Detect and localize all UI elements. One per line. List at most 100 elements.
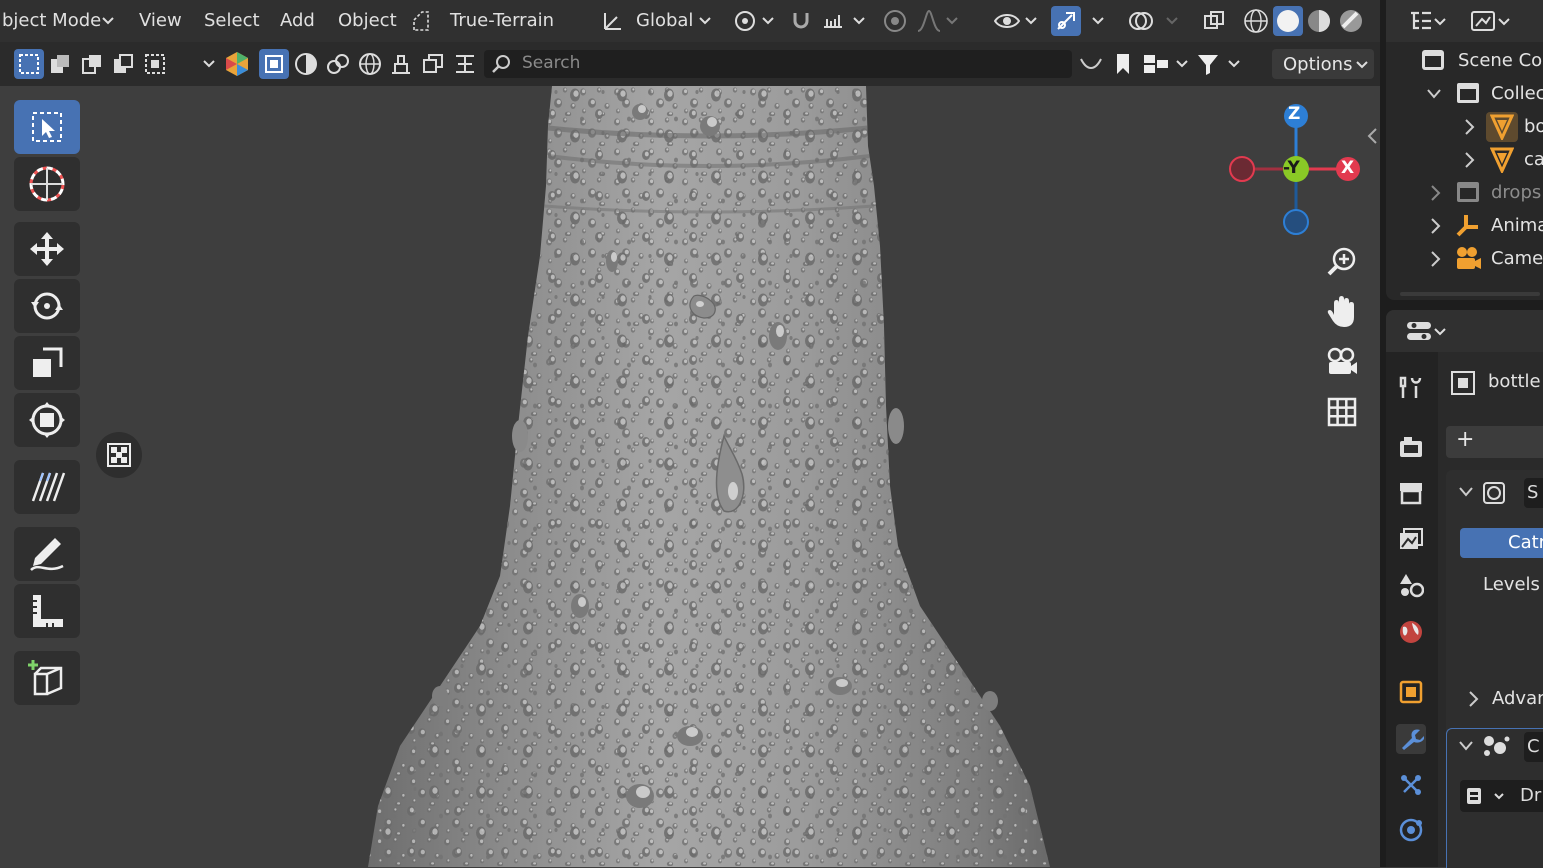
outliner-item-drops[interactable]: drops	[1491, 182, 1541, 203]
object-type-metaball-icon[interactable]	[323, 49, 353, 79]
tab-particles[interactable]	[1396, 770, 1426, 800]
tool-rotate[interactable]	[14, 279, 80, 333]
collapse-down-icon[interactable]	[1458, 486, 1474, 498]
node-group-selector[interactable]: Dr	[1460, 780, 1543, 812]
filter-curve-icon[interactable]	[1076, 49, 1106, 79]
snap-preset-label[interactable]: True-Terrain	[450, 10, 554, 31]
tab-tool[interactable]	[1396, 372, 1426, 402]
overlays-icon[interactable]	[1126, 6, 1156, 36]
chevron-down-icon[interactable]	[1166, 17, 1178, 25]
shading-solid-icon[interactable]	[1273, 6, 1303, 36]
tab-world[interactable]	[1396, 617, 1426, 647]
gizmo-toggle-icon[interactable]	[1051, 6, 1081, 36]
geo-modifier-name-field[interactable]: C	[1524, 732, 1543, 762]
menu-object[interactable]: Object	[338, 10, 397, 31]
chevron-down-icon[interactable]	[1176, 60, 1188, 68]
select-box-mode-icon[interactable]	[14, 49, 44, 79]
tab-render[interactable]	[1396, 432, 1426, 462]
chevron-down-icon[interactable]	[699, 17, 711, 25]
chevron-down-icon[interactable]	[1498, 18, 1510, 26]
select-extend-icon[interactable]	[45, 49, 75, 79]
expand-right-icon[interactable]	[1430, 250, 1442, 268]
chevron-down-icon[interactable]	[1434, 18, 1446, 26]
tool-select-box[interactable]	[14, 100, 80, 154]
tool-scale[interactable]	[14, 336, 80, 390]
expand-right-icon[interactable]	[1464, 118, 1476, 136]
tab-output[interactable]	[1396, 478, 1426, 508]
tab-object[interactable]	[1396, 677, 1426, 707]
tab-view-layer[interactable]	[1396, 524, 1426, 554]
shading-material-icon[interactable]	[1304, 6, 1334, 36]
transform-orientation-icon[interactable]	[598, 6, 628, 36]
outliner-item-camera[interactable]: Camer	[1491, 248, 1543, 269]
chevron-down-icon[interactable]	[1025, 17, 1037, 25]
camera-view-button[interactable]	[1318, 338, 1366, 386]
xray-toggle-icon[interactable]	[1199, 6, 1229, 36]
snap-preset-icon[interactable]	[406, 6, 436, 36]
sculpt-mode-icon[interactable]	[222, 49, 252, 79]
snap-magnet-icon[interactable]	[786, 6, 816, 36]
chevron-down-icon[interactable]	[203, 60, 215, 68]
chevron-down-icon[interactable]	[1434, 328, 1446, 336]
tool-move[interactable]	[14, 222, 80, 276]
editor-type-properties-icon[interactable]	[1404, 316, 1434, 346]
expand-right-icon[interactable]	[1464, 151, 1476, 169]
expand-down-icon[interactable]	[1426, 88, 1442, 100]
object-name-field[interactable]: bottle	[1488, 371, 1541, 392]
menu-select[interactable]: Select	[204, 10, 260, 31]
proportional-edit-icon[interactable]	[880, 6, 910, 36]
object-type-world-icon[interactable]	[355, 49, 385, 79]
3d-viewport[interactable]: Z -Y X	[0, 86, 1380, 867]
tool-add-cube[interactable]	[14, 651, 80, 705]
filter-icon[interactable]	[1193, 49, 1223, 79]
outliner-item-bottle[interactable]: bo	[1524, 116, 1543, 137]
outliner-item-animation[interactable]: Anima	[1491, 215, 1543, 236]
tool-cursor[interactable]	[14, 157, 80, 211]
pan-button[interactable]	[1318, 288, 1366, 336]
chevron-down-icon[interactable]	[946, 17, 958, 25]
chevron-down-icon[interactable]	[762, 17, 774, 25]
expand-right-icon[interactable]	[1468, 690, 1480, 708]
object-type-armature-icon[interactable]	[386, 49, 416, 79]
chevron-down-icon[interactable]	[102, 17, 114, 25]
search-input[interactable]: Search	[484, 50, 1072, 78]
visibility-eye-icon[interactable]	[992, 6, 1022, 36]
tool-annotate[interactable]	[14, 527, 80, 581]
select-invert-icon[interactable]	[108, 49, 138, 79]
display-mode-icon[interactable]	[1141, 49, 1171, 79]
object-type-mesh-icon[interactable]	[259, 49, 289, 79]
chevron-down-icon[interactable]	[853, 17, 865, 25]
asset-shelf-button[interactable]	[96, 432, 142, 478]
object-type-text-icon[interactable]	[450, 49, 480, 79]
select-subtract-icon[interactable]	[77, 49, 107, 79]
tool-transform[interactable]	[14, 393, 80, 447]
tab-scene[interactable]	[1396, 570, 1426, 600]
modifier-name-field[interactable]: S	[1524, 478, 1543, 508]
menu-view[interactable]: View	[139, 10, 182, 31]
bottle-model-render[interactable]	[0, 86, 1380, 867]
editor-type-outliner-icon[interactable]	[1406, 6, 1436, 36]
display-filter-icon[interactable]	[1468, 6, 1498, 36]
outliner-scene-collection[interactable]: Scene Col	[1458, 50, 1543, 71]
outliner-scrollbar[interactable]	[1400, 292, 1540, 296]
select-intersect-icon[interactable]	[140, 49, 170, 79]
pivot-point-icon[interactable]	[730, 6, 760, 36]
shading-rendered-icon[interactable]	[1336, 6, 1366, 36]
collapse-down-icon[interactable]	[1458, 740, 1474, 752]
transform-orientation[interactable]: Global	[636, 10, 693, 31]
tool-measure[interactable]	[14, 584, 80, 638]
expand-right-icon[interactable]	[1430, 184, 1442, 202]
chevron-down-icon[interactable]	[1228, 60, 1240, 68]
shading-wireframe-icon[interactable]	[1241, 6, 1271, 36]
snap-target-icon[interactable]	[818, 6, 848, 36]
ortho-toggle-button[interactable]	[1318, 388, 1366, 436]
advanced-section[interactable]: Advan	[1492, 688, 1543, 709]
options-dropdown[interactable]: Options	[1272, 49, 1374, 79]
tab-modifiers[interactable]	[1396, 724, 1426, 754]
bookmark-icon[interactable]	[1108, 49, 1138, 79]
outliner-item-collection[interactable]: Collec	[1491, 83, 1543, 104]
tab-physics[interactable]	[1396, 815, 1426, 845]
mode-selector[interactable]: bject Mode	[2, 10, 101, 31]
falloff-curve-icon[interactable]	[914, 6, 944, 36]
object-type-surface-icon[interactable]	[291, 49, 321, 79]
